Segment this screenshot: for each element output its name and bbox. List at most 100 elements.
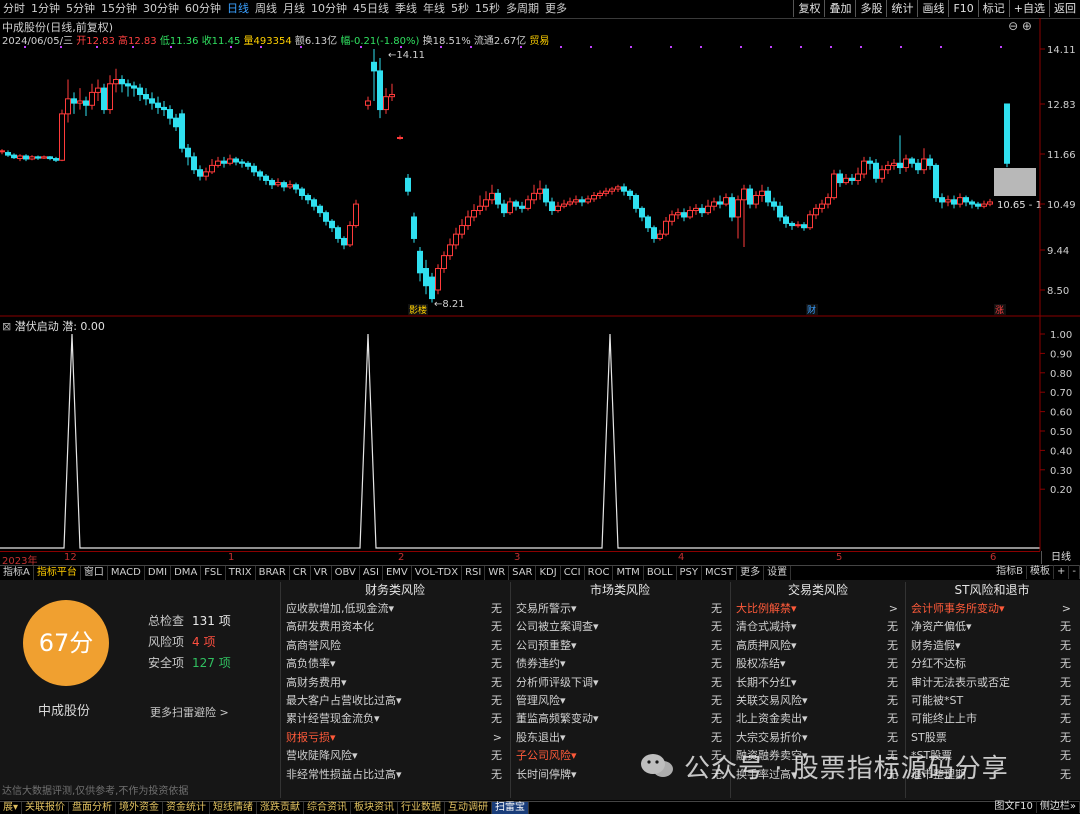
timeframe-tab[interactable]: 60分钟: [182, 0, 224, 18]
timeframe-tab[interactable]: 1分钟: [28, 0, 63, 18]
timeframe-tab[interactable]: 更多: [542, 0, 570, 18]
indicator-tab[interactable]: BRAR: [256, 566, 290, 580]
timeframe-tab[interactable]: 5秒: [448, 0, 472, 18]
bottom-nav-item[interactable]: 短线情绪: [210, 802, 258, 814]
timeframe-tab[interactable]: 月线: [280, 0, 308, 18]
chart-tool-button[interactable]: F10: [948, 0, 977, 17]
risk-row[interactable]: 财务造假▾ 无: [907, 637, 1077, 655]
indicator-tab[interactable]: MCST: [702, 566, 738, 580]
indicator-tab[interactable]: VOL-TDX: [412, 566, 463, 580]
timeframe-tab[interactable]: 周线: [252, 0, 280, 18]
indicator-tab-control[interactable]: 模板: [1027, 565, 1054, 579]
risk-row[interactable]: 可能被*ST 无: [907, 692, 1077, 710]
bottom-nav-item[interactable]: 展▾: [0, 802, 23, 814]
risk-row[interactable]: ST股票 无: [907, 729, 1077, 747]
risk-row[interactable]: 董监高频繁变动▾ 无: [512, 710, 728, 728]
risk-row[interactable]: 净资产偏低▾ 无: [907, 618, 1077, 636]
risk-row[interactable]: 财报亏损▾ >: [282, 729, 508, 747]
bottom-nav-item[interactable]: 境外资金: [116, 802, 164, 814]
indicator-tab[interactable]: SAR: [509, 566, 537, 580]
bottom-nav-item[interactable]: 行业数据: [398, 802, 446, 814]
risk-row[interactable]: 北上资金卖出▾ 无: [732, 710, 904, 728]
risk-row[interactable]: 关联交易风险▾ 无: [732, 692, 904, 710]
chart-tool-button[interactable]: 多股: [855, 0, 886, 17]
indicator-tab[interactable]: KDJ: [536, 566, 561, 580]
indicator-tab[interactable]: TRIX: [226, 566, 256, 580]
indicator-tab[interactable]: 更多: [737, 566, 765, 580]
risk-row[interactable]: 管理风险▾ 无: [512, 692, 728, 710]
risk-row[interactable]: 应收款增加,低现金流▾ 无: [282, 600, 508, 618]
timeframe-tab[interactable]: 分时: [0, 0, 28, 18]
timeframe-tab[interactable]: 日线: [224, 0, 252, 18]
indicator-tab-control[interactable]: 指标B: [993, 565, 1027, 579]
chart-tool-button[interactable]: 返回: [1049, 0, 1080, 17]
indicator-tab[interactable]: ASI: [360, 566, 383, 580]
timeframe-tab[interactable]: 15分钟: [98, 0, 140, 18]
timeframe-tab[interactable]: 30分钟: [140, 0, 182, 18]
bottom-nav-item[interactable]: 板块资讯: [351, 802, 399, 814]
timeframe-tab[interactable]: 45日线: [350, 0, 392, 18]
bottom-nav-item[interactable]: 综合资讯: [304, 802, 352, 814]
indicator-tab[interactable]: ROC: [585, 566, 614, 580]
risk-row[interactable]: 会计师事务所变动▾ >: [907, 600, 1077, 618]
chart-tool-button[interactable]: 叠加: [824, 0, 855, 17]
risk-row[interactable]: 可能终止上市 无: [907, 710, 1077, 728]
indicator-tab[interactable]: DMA: [171, 566, 202, 580]
bottom-nav-item[interactable]: 盘面分析: [69, 802, 117, 814]
indicator-tab[interactable]: 窗口: [81, 566, 108, 580]
risk-row[interactable]: 公司预重整▾ 无: [512, 637, 728, 655]
timeframe-tab[interactable]: 季线: [392, 0, 420, 18]
risk-row[interactable]: 非经常性损益占比过高▾ 无: [282, 766, 508, 784]
period-button[interactable]: 日线: [1041, 551, 1080, 564]
risk-row[interactable]: 分析师评级下调▾ 无: [512, 674, 728, 692]
indicator-tab[interactable]: WR: [485, 566, 510, 580]
indicator-tab[interactable]: VR: [311, 566, 332, 580]
bottom-nav-item[interactable]: 关联报价: [22, 802, 70, 814]
risk-row[interactable]: 高财务费用▾ 无: [282, 674, 508, 692]
more-risk-link[interactable]: 更多扫雷避险 >: [150, 704, 229, 720]
chart-tool-button[interactable]: 标记: [977, 0, 1009, 17]
indicator-tab-control[interactable]: +: [1054, 565, 1070, 579]
indicator-tab[interactable]: CCI: [561, 566, 585, 580]
risk-row[interactable]: 公司被立案调查▾ 无: [512, 618, 728, 636]
risk-row[interactable]: 营收陡降风险▾ 无: [282, 747, 508, 765]
indicator-tab[interactable]: 指标A: [0, 566, 34, 580]
indicator-tab[interactable]: MTM: [613, 566, 644, 580]
timeframe-tab[interactable]: 10分钟: [308, 0, 350, 18]
kline-chart[interactable]: 14.11 12.83 11.66 10.49 9.44 8.50 1.00 0.90 0.8…: [0, 18, 1080, 551]
risk-row[interactable]: 最大客户占营收比过高▾ 无: [282, 692, 508, 710]
risk-row[interactable]: 长期不分红▾ 无: [732, 674, 904, 692]
indicator-tab[interactable]: RSI: [462, 566, 486, 580]
bottom-nav-right-item[interactable]: 图文F10: [991, 801, 1037, 813]
timeframe-tab[interactable]: 5分钟: [63, 0, 98, 18]
chart-tool-button[interactable]: 统计: [886, 0, 917, 17]
chart-tool-button[interactable]: 复权: [793, 0, 824, 17]
timeframe-tab[interactable]: 多周期: [503, 0, 542, 18]
indicator-tab[interactable]: FSL: [201, 566, 226, 580]
bottom-nav-right-item[interactable]: 侧边栏»: [1037, 801, 1080, 813]
risk-row[interactable]: 股东退出▾ 无: [512, 729, 728, 747]
risk-row[interactable]: 分红不达标 无: [907, 655, 1077, 673]
indicator-tab-control[interactable]: -: [1069, 565, 1080, 579]
indicator-tab[interactable]: MACD: [108, 566, 145, 580]
risk-row[interactable]: 清仓式减持▾ 无: [732, 618, 904, 636]
indicator-tab[interactable]: CR: [290, 566, 311, 580]
bottom-nav-item[interactable]: 扫雷宝: [492, 802, 530, 814]
bottom-nav-item[interactable]: 互动调研: [445, 802, 493, 814]
risk-row[interactable]: 审计无法表示或否定 无: [907, 674, 1077, 692]
indicator-tab[interactable]: OBV: [332, 566, 360, 580]
bottom-nav-item[interactable]: 涨跌贡献: [257, 802, 305, 814]
indicator-tab[interactable]: PSY: [677, 566, 703, 580]
indicator-close-icon[interactable]: ⊠: [2, 320, 11, 333]
risk-row[interactable]: 累计经营现金流负▾ 无: [282, 710, 508, 728]
indicator-tab[interactable]: EMV: [383, 566, 412, 580]
risk-row[interactable]: 债券违约▾ 无: [512, 655, 728, 673]
risk-row[interactable]: 高商誉风险 无: [282, 637, 508, 655]
risk-row[interactable]: 高负债率▾ 无: [282, 655, 508, 673]
timeframe-tab[interactable]: 15秒: [472, 0, 503, 18]
risk-row[interactable]: 大比例解禁▾ >: [732, 600, 904, 618]
timeframe-tab[interactable]: 年线: [420, 0, 448, 18]
bottom-nav-item[interactable]: 资金统计: [163, 802, 211, 814]
indicator-tab[interactable]: 指标平台: [34, 566, 81, 580]
indicator-tab[interactable]: BOLL: [644, 566, 677, 580]
